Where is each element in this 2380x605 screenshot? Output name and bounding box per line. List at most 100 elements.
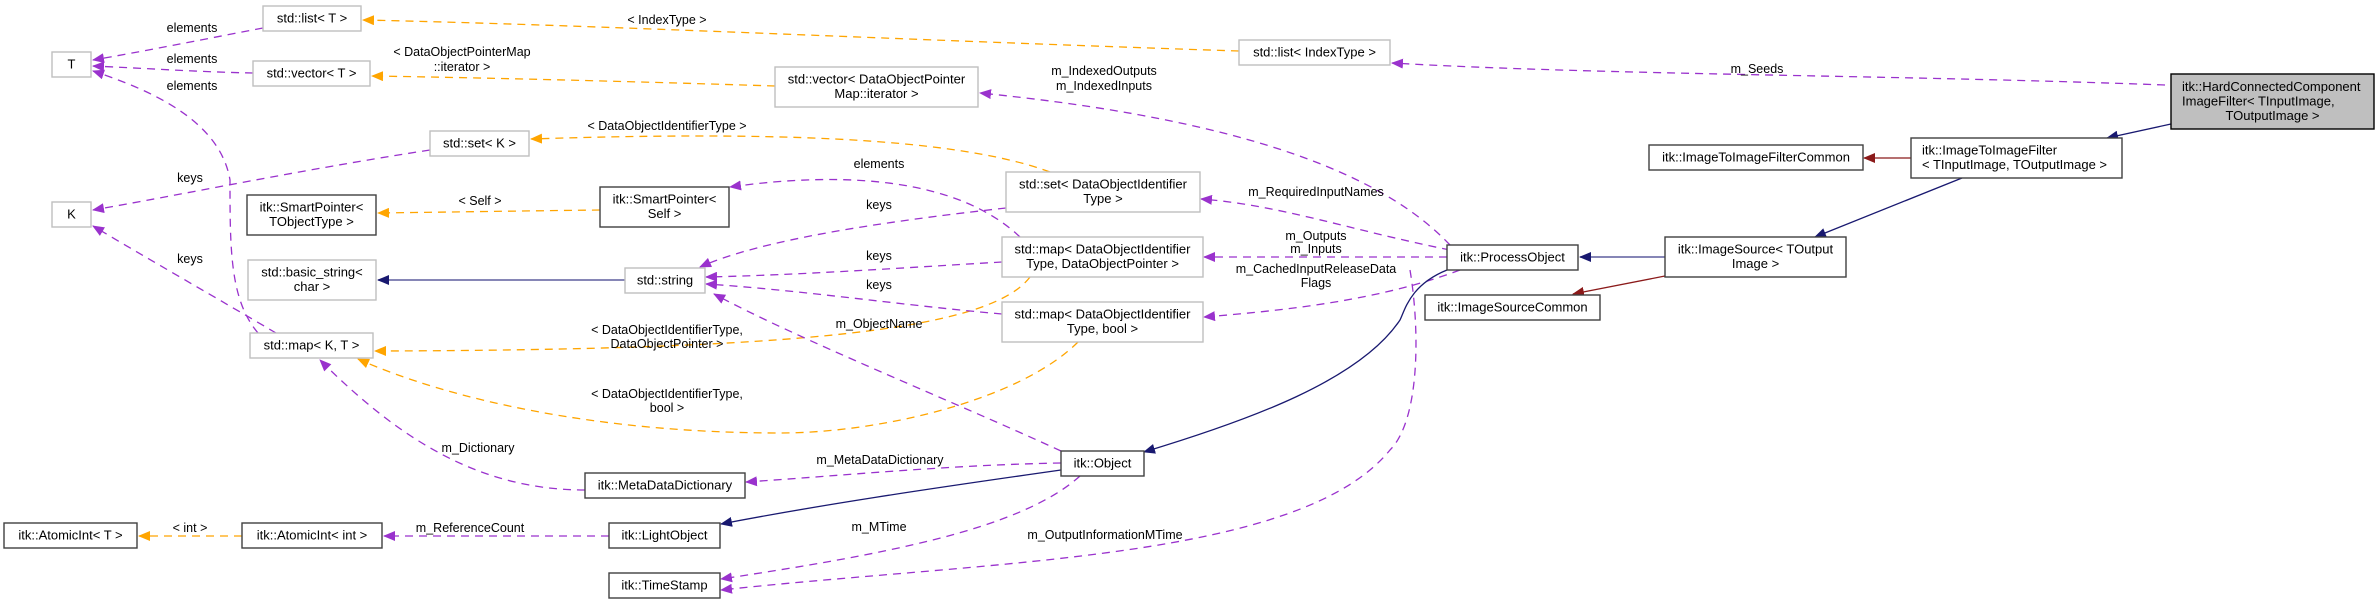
- edge-processobject-to-vectoriter: [979, 89, 1451, 246]
- edge-label: m_Inputs: [1290, 242, 1341, 256]
- edge-map-to-T: [92, 69, 259, 334]
- class-node-imgsrc-common[interactable]: itk::ImageSourceCommon: [1424, 294, 1601, 321]
- edge-label: < DataObjectIdentifierType >: [587, 119, 746, 133]
- edge-processobject-to-mapbool: [1203, 269, 1461, 322]
- edge-label: DataObjectPointer >: [611, 337, 724, 351]
- edge-label: m_OutputInformationMTime: [1027, 528, 1182, 542]
- edge-label: < IndexType >: [627, 13, 706, 27]
- class-node-map-KT[interactable]: std::map< K, T >: [249, 332, 374, 359]
- edge-label: m_Seeds: [1731, 62, 1784, 76]
- class-node-atomic-int[interactable]: itk::AtomicInt< int >: [241, 522, 383, 549]
- class-node-map-doptr[interactable]: std::map< DataObjectIdentifierType, Data…: [1001, 236, 1204, 278]
- edge-mapbool-to-string: [705, 279, 1003, 315]
- edge-label: keys: [866, 198, 892, 212]
- class-node-T[interactable]: T: [51, 51, 92, 78]
- node-label: char >: [294, 279, 331, 294]
- node-label: itk::HardConnectedComponent: [2182, 79, 2361, 94]
- node-label: std::string: [637, 272, 693, 287]
- node-label: std::map< DataObjectIdentifier: [1015, 242, 1192, 257]
- class-node-vector-iter[interactable]: std::vector< DataObjectPointerMap::itera…: [774, 66, 979, 108]
- edge-label: < DataObjectIdentifierType,: [591, 323, 743, 337]
- edge-label: m_CachedInputReleaseData: [1236, 262, 1397, 276]
- class-node-hcc[interactable]: itk::HardConnectedComponentImageFilter< …: [2170, 73, 2375, 130]
- class-node-processobj[interactable]: itk::ProcessObject: [1446, 244, 1579, 271]
- edge-label: elements: [854, 157, 905, 171]
- edge-mapdoptr-to-string: [705, 261, 1003, 282]
- node-label: std::set< DataObjectIdentifier: [1019, 177, 1188, 192]
- edge-label: keys: [866, 249, 892, 263]
- node-label: Type >: [1083, 191, 1122, 206]
- edge-label: elements: [167, 21, 218, 35]
- class-node-set-K[interactable]: std::set< K >: [429, 130, 530, 157]
- class-node-lightobj[interactable]: itk::LightObject: [608, 522, 721, 549]
- nodes: TKstd::list< T >std::vector< T >std::set…: [3, 5, 2375, 599]
- node-label: itk::TimeStamp: [621, 577, 707, 592]
- class-node-i2i-common[interactable]: itk::ImageToImageFilterCommon: [1648, 144, 1864, 171]
- edge-label: m_Outputs: [1285, 229, 1346, 243]
- node-label: std::set< K >: [443, 135, 516, 150]
- node-label: std::list< T >: [277, 10, 347, 25]
- node-label: T: [68, 56, 76, 71]
- edge-vector-to-T: [92, 61, 254, 74]
- edge-hcc-to-i2i: [2106, 123, 2172, 141]
- class-node-set-doid[interactable]: std::set< DataObjectIdentifierType >: [1005, 171, 1201, 213]
- edge-label: < int >: [173, 521, 208, 535]
- class-node-atomic-T[interactable]: itk::AtomicInt< T >: [3, 522, 138, 549]
- edge-label: < DataObjectIdentifierType,: [591, 387, 743, 401]
- node-label: std::vector< DataObjectPointer: [788, 72, 966, 87]
- edge-label: m_ReferenceCount: [416, 521, 525, 535]
- class-node-sp-TObjectType[interactable]: itk::SmartPointer<TObjectType >: [246, 194, 377, 236]
- class-node-timestamp[interactable]: itk::TimeStamp: [608, 572, 721, 599]
- edge-setdoid-to-setK: [530, 133, 1051, 173]
- node-label: itk::ImageToImageFilterCommon: [1662, 149, 1850, 164]
- edge-label: m_MetaDataDictionary: [816, 453, 944, 467]
- node-label: itk::ImageSource< TOutput: [1678, 242, 1834, 257]
- class-node-list-index[interactable]: std::list< IndexType >: [1238, 39, 1391, 66]
- node-label: itk::ImageToImageFilter: [1922, 143, 2058, 158]
- edge-label: keys: [177, 171, 203, 185]
- edge-label: keys: [866, 278, 892, 292]
- class-node-list-T[interactable]: std::list< T >: [262, 5, 362, 32]
- class-node-map-bool[interactable]: std::map< DataObjectIdentifierType, bool…: [1001, 301, 1204, 343]
- node-label: ImageFilter< TInputImage,: [2182, 93, 2335, 108]
- class-node-imgsrc[interactable]: itk::ImageSource< TOutputImage >: [1664, 236, 1847, 278]
- edge-label: m_ObjectName: [836, 317, 923, 331]
- edge-metadict-to-mapKT: [319, 359, 586, 491]
- edge-processobject-to-object: [1143, 269, 1448, 454]
- node-label: itk::LightObject: [622, 527, 708, 542]
- edge-label: ::iterator >: [434, 60, 491, 74]
- node-label: std::map< K, T >: [264, 337, 360, 352]
- edge-imagesource-to-imgsrccommon: [1572, 275, 1666, 297]
- node-label: Self >: [648, 206, 682, 221]
- node-label: Map::iterator >: [834, 86, 918, 101]
- class-node-K[interactable]: K: [51, 201, 92, 228]
- class-node-metadict[interactable]: itk::MetaDataDictionary: [584, 472, 746, 499]
- node-label: Type, DataObjectPointer >: [1026, 256, 1179, 271]
- node-label: std::vector< T >: [267, 65, 357, 80]
- node-label: TOutputImage >: [2225, 108, 2319, 123]
- edge-label: < Self >: [458, 194, 501, 208]
- edge-vectoriter-to-vectorT: [371, 71, 776, 87]
- node-label: itk::SmartPointer<: [260, 200, 364, 215]
- edge-label: elements: [167, 52, 218, 66]
- node-label: std::list< IndexType >: [1253, 44, 1376, 59]
- edge-label: m_IndexedInputs: [1056, 79, 1152, 93]
- edge-spself-to-sptobj: [377, 207, 601, 218]
- edge-label: elements: [167, 79, 218, 93]
- edge-label: Flags: [1301, 276, 1332, 290]
- node-label: K: [67, 206, 76, 221]
- node-label: Image >: [1732, 256, 1779, 271]
- class-node-object[interactable]: itk::Object: [1060, 450, 1145, 477]
- edge-label: < DataObjectPointerMap: [393, 45, 530, 59]
- class-node-string[interactable]: std::string: [624, 267, 706, 294]
- edge-label: m_IndexedOutputs: [1051, 64, 1157, 78]
- class-node-i2i[interactable]: itk::ImageToImageFilter< TInputImage, TO…: [1910, 137, 2123, 179]
- node-label: itk::AtomicInt< T >: [18, 527, 122, 542]
- class-node-sp-Self[interactable]: itk::SmartPointer<Self >: [599, 186, 730, 228]
- edge-i2i-to-imagesource: [1814, 177, 1963, 238]
- node-label: < TInputImage, TOutputImage >: [1922, 157, 2107, 172]
- class-node-vector-T[interactable]: std::vector< T >: [252, 60, 371, 87]
- class-node-basic-string[interactable]: std::basic_string<char >: [247, 259, 377, 301]
- node-label: itk::ImageSourceCommon: [1437, 299, 1587, 314]
- node-label: itk::Object: [1074, 455, 1132, 470]
